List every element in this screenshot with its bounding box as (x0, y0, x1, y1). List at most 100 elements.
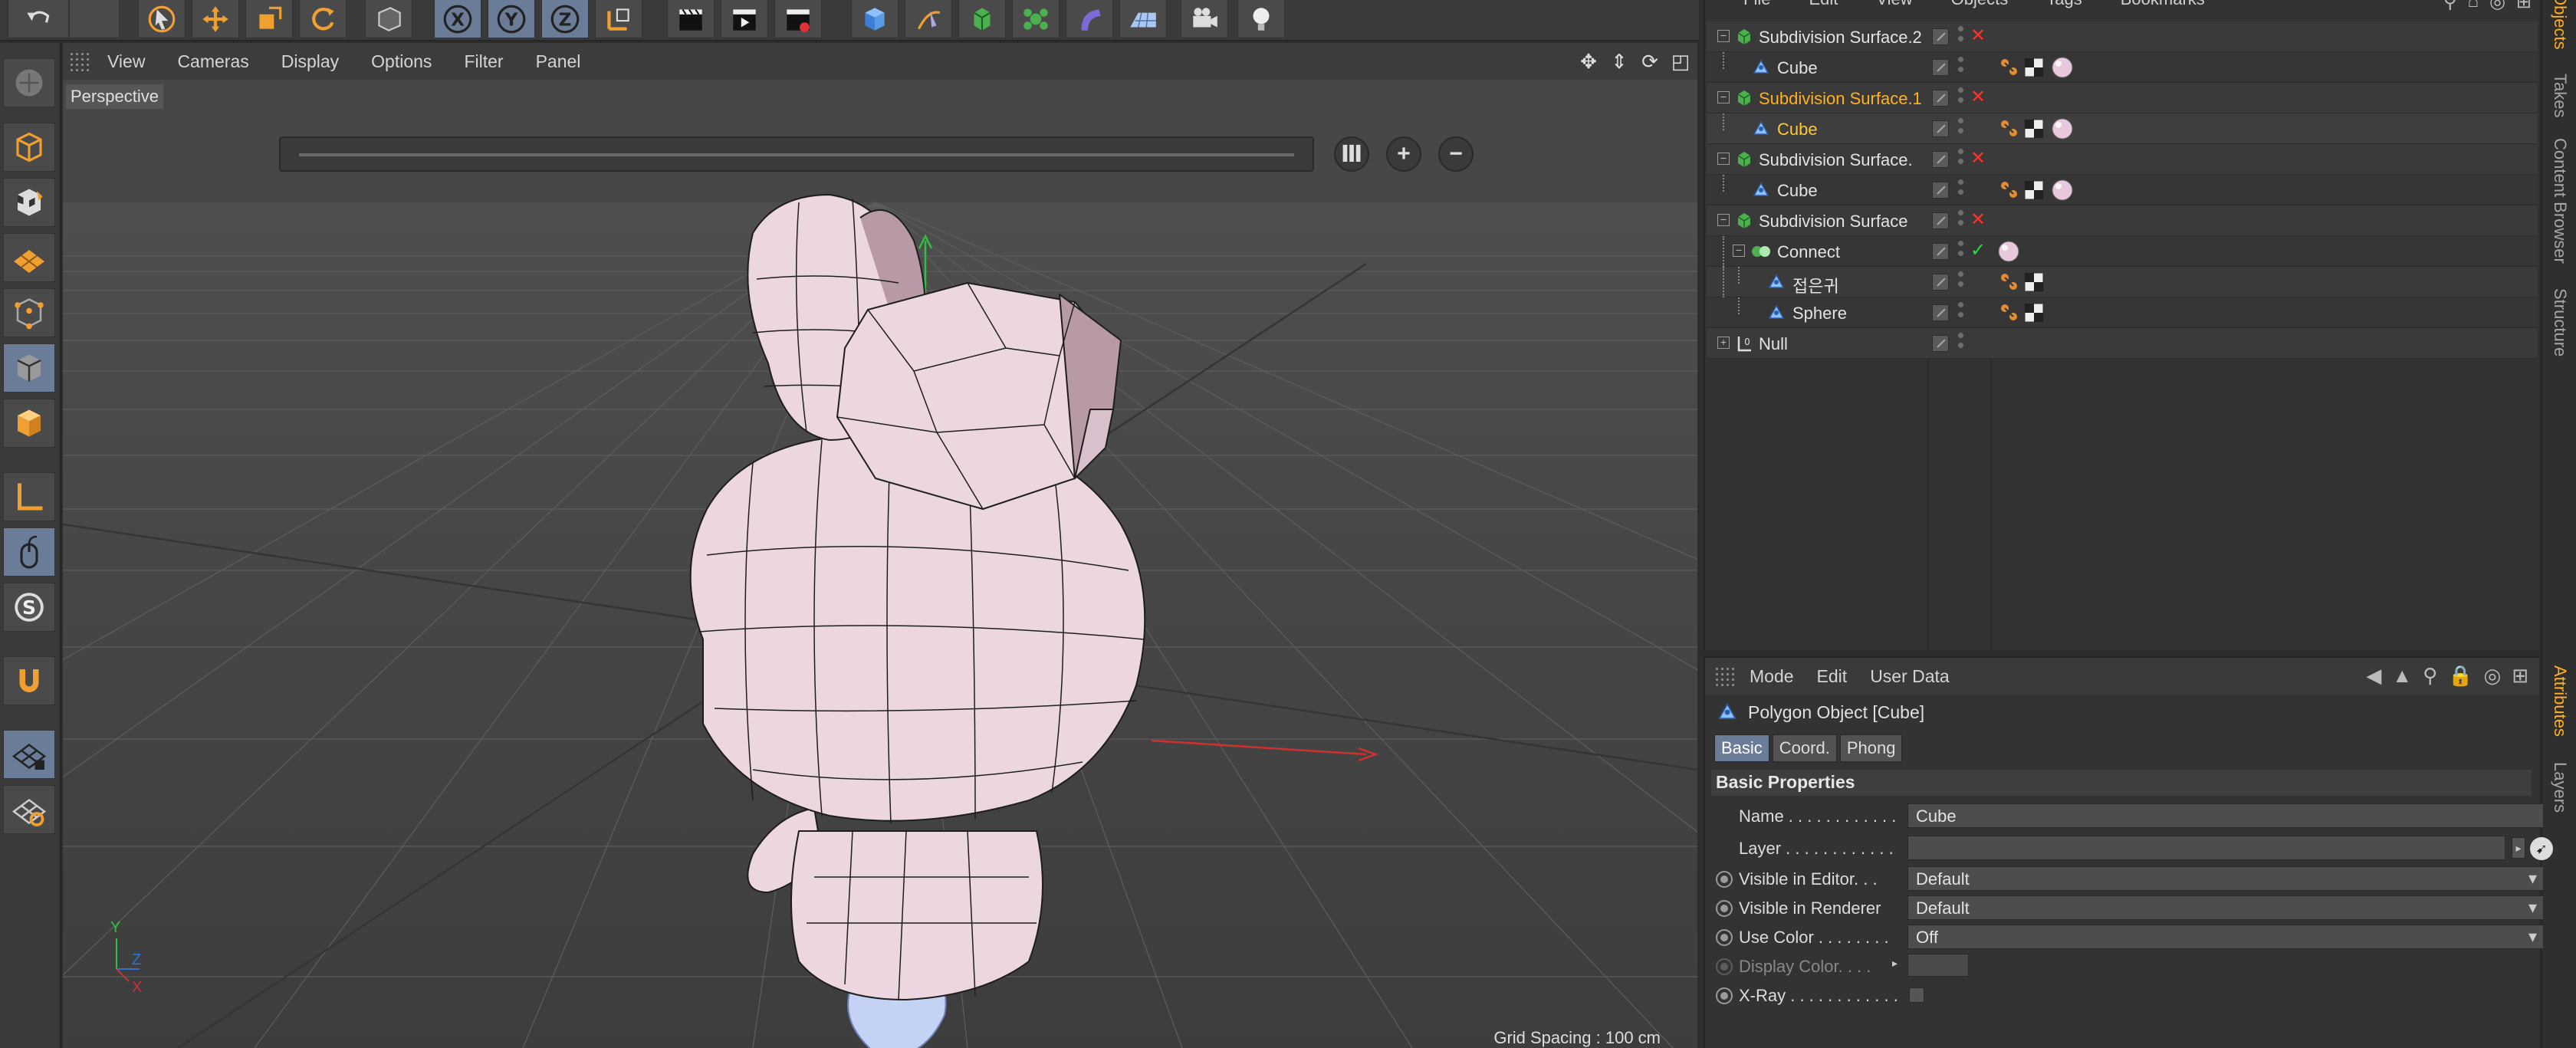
points-mode-button[interactable] (3, 288, 55, 337)
visibility-dots[interactable] (1958, 87, 1966, 107)
menu-bookmarks[interactable]: Bookmarks (2121, 0, 2205, 12)
object-name[interactable]: 접은귀 (1792, 273, 1839, 297)
phong-tag-icon[interactable] (1998, 56, 2021, 79)
uvw-tag-icon[interactable] (2022, 271, 2045, 294)
move-tool-button[interactable] (192, 0, 239, 38)
disabled-x-icon[interactable]: ✕ (1970, 209, 1986, 231)
polygons-mode-button[interactable] (3, 399, 55, 448)
snap-button[interactable]: S (3, 583, 55, 632)
render-to-picture-viewer-button[interactable] (721, 0, 768, 38)
drag-grip-icon[interactable] (69, 51, 92, 71)
tweak-mode-button[interactable] (3, 527, 55, 577)
tab-phong[interactable]: Phong (1839, 734, 1903, 762)
zoom-out-button[interactable]: − (1438, 136, 1474, 172)
y-axis-lock-button[interactable]: Y (488, 0, 535, 38)
select-tool-button[interactable] (138, 0, 186, 38)
new-window-icon[interactable]: ⊞ (2512, 664, 2528, 688)
up-arrow-icon[interactable]: ▲ (2392, 664, 2412, 688)
viewport-canvas[interactable]: Y Z X (63, 80, 1697, 1048)
collapse-icon[interactable]: − (1717, 153, 1730, 165)
animate-radio-icon[interactable] (1716, 900, 1733, 917)
visible-in-renderer-dropdown[interactable]: Default (1907, 895, 2544, 920)
back-arrow-icon[interactable]: ◀ (2366, 664, 2381, 688)
tab-takes[interactable]: Takes (2550, 74, 2570, 117)
tab-attributes[interactable]: Attributes (2550, 665, 2570, 737)
uvw-tag-icon[interactable] (2022, 301, 2045, 324)
search-icon[interactable]: ⚲ (2443, 0, 2457, 13)
visibility-dots[interactable] (1958, 118, 1966, 138)
menu-cameras[interactable]: Cameras (177, 51, 248, 72)
workplane-mode-button[interactable] (3, 233, 55, 282)
layer-icon[interactable] (1932, 59, 1949, 76)
pan-icon[interactable]: ✥ (1576, 49, 1601, 74)
object-name[interactable]: Subdivision Surface. (1759, 150, 1913, 170)
menu-user-data[interactable]: User Data (1870, 666, 1950, 687)
scale-tool-button[interactable] (245, 0, 293, 38)
visibility-dots[interactable] (1958, 271, 1966, 291)
object-row[interactable]: − Subdivision Surface. ✕ (1707, 144, 2538, 175)
layer-icon[interactable] (1932, 212, 1949, 229)
lock-icon[interactable]: 🔒 (2448, 664, 2472, 688)
object-row[interactable]: − Subdivision Surface ✕ (1707, 205, 2538, 236)
camera-button[interactable] (1181, 0, 1228, 38)
menu-tags[interactable]: Tags (2046, 0, 2082, 12)
edges-mode-button[interactable] (3, 343, 55, 393)
layer-icon[interactable] (1932, 304, 1949, 321)
deformer-button[interactable] (1066, 0, 1113, 38)
enabled-check-icon[interactable]: ✓ (1970, 239, 1986, 261)
viewport[interactable]: View Cameras Display Options Filter Pane… (63, 43, 1697, 1048)
axis-mode-button[interactable] (3, 472, 55, 521)
object-name[interactable]: Null (1759, 334, 1788, 354)
name-field[interactable]: Cube (1907, 803, 2544, 828)
timeline-scrubber[interactable] (279, 136, 1314, 172)
timeline-pause-button[interactable]: Ⅲ (1334, 136, 1369, 172)
object-row[interactable]: Sphere (1707, 297, 2538, 328)
menu-panel[interactable]: Panel (536, 51, 581, 72)
tab-layers[interactable]: Layers (2550, 762, 2570, 813)
collapse-icon[interactable]: − (1717, 30, 1730, 42)
uvw-tag-icon[interactable] (2022, 56, 2045, 79)
new-window-icon[interactable]: ⊞ (2516, 0, 2532, 13)
collapse-icon[interactable]: − (1733, 245, 1745, 257)
layer-field[interactable] (1907, 836, 2505, 860)
visible-in-editor-dropdown[interactable]: Default (1907, 866, 2544, 891)
visibility-dots[interactable] (1958, 57, 1966, 77)
object-name[interactable]: Cube (1777, 58, 1818, 78)
menu-file[interactable]: File (1743, 0, 1770, 12)
layer-icon[interactable] (1932, 28, 1949, 45)
phong-tag-icon[interactable] (1998, 117, 2021, 140)
phong-tag-icon[interactable] (1998, 179, 2021, 202)
menu-options[interactable]: Options (371, 51, 432, 72)
layer-icon[interactable] (1932, 274, 1949, 291)
tab-content-browser[interactable]: Content Browser (2550, 138, 2570, 264)
menu-display[interactable]: Display (281, 51, 339, 72)
drag-grip-icon[interactable] (1714, 666, 1736, 686)
cube-primitive-button[interactable] (851, 0, 899, 38)
object-name[interactable]: Cube (1777, 181, 1818, 201)
x-ray-checkbox[interactable] (1909, 987, 1924, 1003)
render-settings-button[interactable] (774, 0, 822, 38)
tab-objects[interactable]: Objects (2550, 0, 2570, 50)
object-row[interactable]: Cube (1707, 52, 2538, 83)
layer-icon[interactable] (1932, 335, 1949, 352)
model-mode-button[interactable] (3, 123, 55, 172)
object-name[interactable]: Cube (1777, 120, 1818, 140)
layer-icon[interactable] (1932, 90, 1949, 107)
object-name[interactable]: Subdivision Surface.2 (1759, 28, 1922, 48)
last-tool-button[interactable] (365, 0, 412, 38)
menu-view[interactable]: View (1876, 0, 1912, 12)
lock-workplane-button[interactable] (3, 730, 55, 779)
animate-radio-icon[interactable] (1716, 871, 1733, 888)
maximize-view-icon[interactable]: ◰ (1668, 49, 1693, 74)
material-tag-icon[interactable] (2049, 179, 2076, 202)
display-color-swatch[interactable] (1907, 954, 1969, 977)
layer-icon[interactable] (1932, 120, 1949, 137)
layer-icon[interactable] (1932, 182, 1949, 199)
menu-objects[interactable]: Objects (1951, 0, 2009, 12)
disabled-x-icon[interactable]: ✕ (1970, 147, 1986, 169)
camera-label[interactable]: Perspective (66, 84, 163, 109)
object-name[interactable]: Subdivision Surface.1 (1759, 89, 1922, 109)
material-tag-icon[interactable] (2049, 117, 2076, 140)
uvw-tag-icon[interactable] (2022, 117, 2045, 140)
coordinate-system-button[interactable] (595, 0, 642, 38)
